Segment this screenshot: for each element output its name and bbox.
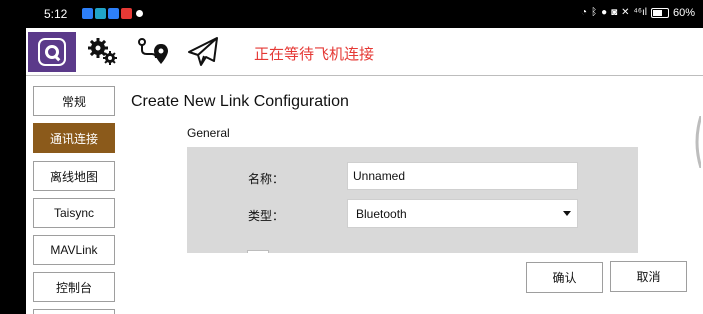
status-indicators: ◔ ᛒ ● ◙ ✕ ⁴⁶ıl 60% — [581, 7, 695, 19]
sidebar-item-next[interactable] — [33, 309, 115, 314]
auto-connect-checkbox[interactable] — [247, 250, 269, 253]
type-label: 类型： — [248, 209, 285, 223]
bluetooth-icon: ᛒ — [591, 7, 598, 18]
connection-status-text: 正在等待飞机连接 — [254, 46, 375, 63]
sidebar-item-mavlink[interactable]: MAVLink — [33, 235, 115, 265]
sidebar-item-comm-links[interactable]: 通讯连接 — [33, 123, 115, 153]
confirm-button[interactable]: 确认 — [526, 262, 603, 293]
dropdown-caret-icon — [563, 211, 571, 216]
status-time: 5:12 — [44, 7, 68, 21]
camera-icon: ◙ — [611, 7, 618, 18]
plan-route-icon[interactable] — [136, 36, 170, 68]
sidebar-item-taisync[interactable]: Taisync — [33, 198, 115, 228]
app-toolbar: 正在等待飞机连接 — [0, 28, 703, 76]
sidebar-item-console[interactable]: 控制台 — [33, 272, 115, 302]
battery-icon — [650, 8, 669, 18]
sidebar-item-offline-maps[interactable]: 离线地图 — [33, 161, 115, 191]
link-type-value: Bluetooth — [356, 207, 407, 221]
alert-notification-icon — [121, 8, 132, 19]
nfc-icon: ◔ — [581, 7, 588, 18]
fly-paper-plane-icon[interactable] — [186, 36, 220, 68]
link-type-select[interactable]: Bluetooth — [347, 199, 578, 228]
mute-icon: ✕ — [621, 7, 630, 18]
app-notification-icon — [108, 8, 119, 19]
signal-icon: ⁴⁶ıl — [633, 7, 647, 18]
name-input[interactable] — [347, 162, 578, 190]
battery-percent: 60% — [672, 7, 695, 19]
app-logo-icon — [38, 38, 66, 66]
notification-icons — [82, 8, 143, 19]
screen-cutout — [0, 28, 26, 76]
name-label: 名称： — [248, 172, 285, 186]
sidebar-item-general[interactable]: 常规 — [33, 86, 115, 116]
settings-gears-icon[interactable] — [86, 36, 120, 68]
page-title: Create New Link Configuration — [131, 93, 349, 110]
app-logo-button[interactable] — [28, 32, 76, 72]
cancel-button[interactable]: 取消 — [610, 261, 687, 292]
message-notification-icon — [82, 8, 93, 19]
scroll-handle[interactable] — [693, 116, 701, 168]
status-bar: 5:12 ◔ ᛒ ● ◙ ✕ ⁴⁶ıl 60% — [0, 0, 703, 28]
gallery-notification-icon — [95, 8, 106, 19]
chat-notification-icon — [136, 10, 143, 17]
left-screen-edge — [0, 76, 26, 314]
section-general-label: General — [187, 126, 230, 140]
location-icon: ● — [601, 7, 608, 18]
